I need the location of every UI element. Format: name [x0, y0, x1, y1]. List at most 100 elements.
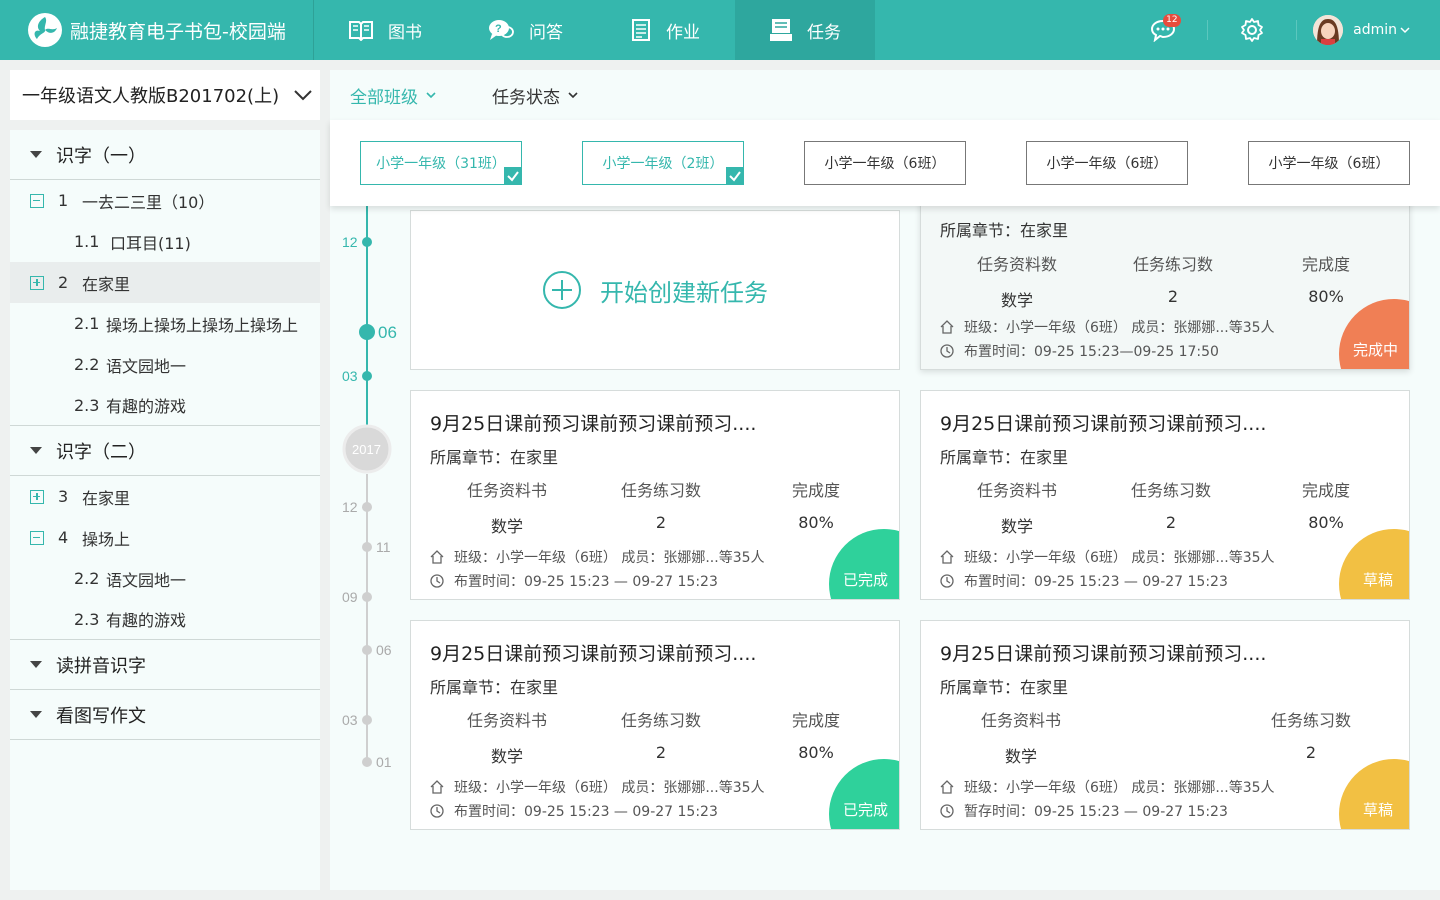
expand-icon[interactable] — [30, 489, 44, 504]
username: admin — [1353, 22, 1397, 38]
lesson-number: 2 — [58, 273, 69, 292]
task-card[interactable]: 9月25日课前预习课前预习课前预习.... 所属章节：在家里 任务资料书 数学 任… — [410, 390, 900, 600]
class-filter-panel: 小学一年级（31班） 小学一年级（2班） 小学一年级（6班） 小学一年级（6班）… — [330, 120, 1440, 206]
lesson-label: 语文园地一 — [106, 356, 187, 376]
nav-homework[interactable]: 作业 — [595, 0, 735, 60]
filter-bar: 全部班级 任务状态 — [330, 70, 1440, 120]
sub-lesson-item[interactable]: 2.1 操场上操场上操场上操场上 — [10, 303, 320, 344]
task-members: 班级：小学一年级（6班） 成员：张娜娜...等35人 — [940, 547, 1275, 567]
top-bar: 融捷教育电子书包-校园端 图书 ? 问答 作业 任务 12 admin — [0, 0, 1440, 60]
stat-materials: 任务资料书 数学 — [976, 481, 1057, 536]
lesson-number: 3 — [58, 487, 69, 506]
lesson-number: 2.3 — [74, 609, 100, 629]
stat-materials: 任务资料书 数学 — [980, 711, 1061, 766]
qa-icon: ? — [489, 20, 514, 40]
nav-qa[interactable]: ? 问答 — [455, 0, 595, 60]
lesson-number: 1 — [58, 191, 69, 210]
class-option-label: 小学一年级（31班） — [376, 156, 506, 172]
status-badge: 草稿 — [1339, 529, 1409, 599]
task-card[interactable]: 9月25日课前预习课前预习课前预习.... 所属章节：在家里 任务资料书 数学 任… — [920, 390, 1410, 600]
app-title: 融捷教育电子书包-校园端 — [70, 20, 286, 43]
timeline-dot[interactable] — [362, 645, 372, 655]
collapse-icon[interactable] — [30, 193, 44, 208]
timeline-dot[interactable] — [362, 592, 372, 602]
user-menu[interactable]: admin — [1313, 15, 1440, 45]
chevron-down-icon — [1400, 27, 1410, 34]
message-badge: 12 — [1163, 14, 1181, 27]
class-option[interactable]: 小学一年级（6班） — [804, 141, 966, 185]
sub-lesson-item[interactable]: 2.3 有趣的游戏 — [10, 599, 320, 640]
status-badge: 已完成 — [829, 529, 899, 599]
timeline-dot[interactable] — [362, 371, 372, 381]
unit-label: 读拼音识字 — [56, 655, 146, 677]
collapse-icon[interactable] — [30, 530, 44, 545]
sub-lesson-item[interactable]: 2.2 语文园地一 — [10, 344, 320, 385]
main-nav: 图书 ? 问答 作业 任务 — [315, 0, 875, 60]
class-option[interactable]: 小学一年级（6班） — [1248, 141, 1410, 185]
timeline-label: 03 — [342, 712, 358, 728]
homework-icon — [632, 19, 650, 41]
book-icon — [349, 21, 373, 41]
timeline-label: 06 — [376, 642, 392, 658]
task-card[interactable]: 9月25日课前预习课前预习课前预习.... 所属章节：在家里 任务资料书 数学 任… — [920, 620, 1410, 830]
nav-tasks[interactable]: 任务 — [735, 0, 875, 60]
timeline-dot[interactable] — [362, 237, 372, 247]
class-option-label: 小学一年级（6班） — [1046, 156, 1168, 172]
unit-item[interactable]: 识字（二） — [10, 426, 320, 476]
class-filter-label: 全部班级 — [350, 87, 418, 108]
caret-down-icon — [30, 151, 42, 158]
settings-button[interactable] — [1224, 0, 1280, 60]
sub-lesson-item[interactable]: 1.1 口耳目(11) — [10, 221, 320, 262]
stat-completion: 完成度 80% — [791, 481, 840, 532]
caret-down-icon — [30, 661, 42, 668]
timeline-dot[interactable] — [359, 324, 375, 340]
gear-icon — [1241, 18, 1264, 42]
timeline-dot[interactable] — [362, 715, 372, 725]
class-option-label: 小学一年级（6班） — [824, 156, 946, 172]
unit-label: 识字（二） — [56, 441, 146, 463]
lesson-label: 有趣的游戏 — [106, 611, 187, 630]
unit-label: 看图写作文 — [56, 705, 146, 727]
stat-materials: 任务资料书 数学 — [466, 481, 547, 536]
book-select[interactable]: 一年级语文人教版B201702(上) — [10, 70, 320, 130]
lesson-item[interactable]: 1 一去二三里（10） — [10, 180, 320, 221]
lesson-item[interactable]: 2 在家里 — [10, 262, 320, 303]
unit-label: 识字（一） — [56, 145, 146, 167]
class-option[interactable]: 小学一年级（6班） — [1026, 141, 1188, 185]
sub-lesson-item[interactable]: 2.2 语文园地一 — [10, 558, 320, 599]
nav-books[interactable]: 图书 — [315, 0, 455, 60]
messages-button[interactable]: 12 — [1135, 0, 1191, 60]
expand-icon[interactable] — [30, 275, 44, 290]
sub-lesson-item[interactable]: 2.3 有趣的游戏 — [10, 385, 320, 426]
task-chapter: 所属章节：在家里 — [940, 221, 1069, 240]
stat-exercises: 任务练习数 2 — [1130, 481, 1211, 532]
timeline-dot[interactable] — [362, 757, 372, 767]
class-filter-dropdown[interactable]: 全部班级 — [350, 83, 436, 108]
lesson-label: 操场上操场上操场上操场上 — [106, 315, 299, 335]
status-filter-dropdown[interactable]: 任务状态 — [492, 83, 578, 108]
task-title: 9月25日课前预习课前预习课前预习.... — [430, 413, 757, 435]
task-stats: 任务资料书 数学 任务练习数 2 — [921, 707, 1409, 767]
chevron-down-icon — [294, 90, 312, 101]
lesson-item[interactable]: 4 操场上 — [10, 517, 320, 558]
unit-item[interactable]: 识字（一） — [10, 130, 320, 180]
task-time: 布置时间：09-25 15:23 — 09-27 15:23 — [940, 571, 1228, 591]
timeline-dot[interactable] — [362, 502, 372, 512]
header-divider — [1207, 20, 1209, 40]
task-card[interactable]: 9月25日课前预习课前预习课前预习.... 所属章节：在家里 任务资料书 数学 任… — [410, 620, 900, 830]
timeline-dot[interactable] — [362, 542, 372, 552]
lesson-item[interactable]: 3 在家里 — [10, 476, 320, 517]
lesson-label: 一去二三里（10） — [82, 192, 215, 212]
class-option[interactable]: 小学一年级（2班） — [582, 141, 744, 185]
timeline-label: 11 — [376, 539, 391, 555]
class-option[interactable]: 小学一年级（31班） — [360, 141, 522, 185]
create-task-button[interactable]: 开始创建新任务 — [410, 210, 900, 370]
unit-item[interactable]: 读拼音识字 — [10, 640, 320, 690]
home-icon — [940, 780, 954, 794]
stat-completion: 完成度 80% — [1301, 255, 1350, 306]
unit-item[interactable]: 看图写作文 — [10, 690, 320, 740]
stat-exercises: 任务练习数 2 — [1132, 255, 1213, 306]
task-members: 班级：小学一年级（6班） 成员：张娜娜...等35人 — [940, 317, 1275, 337]
timeline-label: 06 — [378, 323, 397, 342]
brand[interactable]: 融捷教育电子书包-校园端 — [0, 0, 314, 60]
